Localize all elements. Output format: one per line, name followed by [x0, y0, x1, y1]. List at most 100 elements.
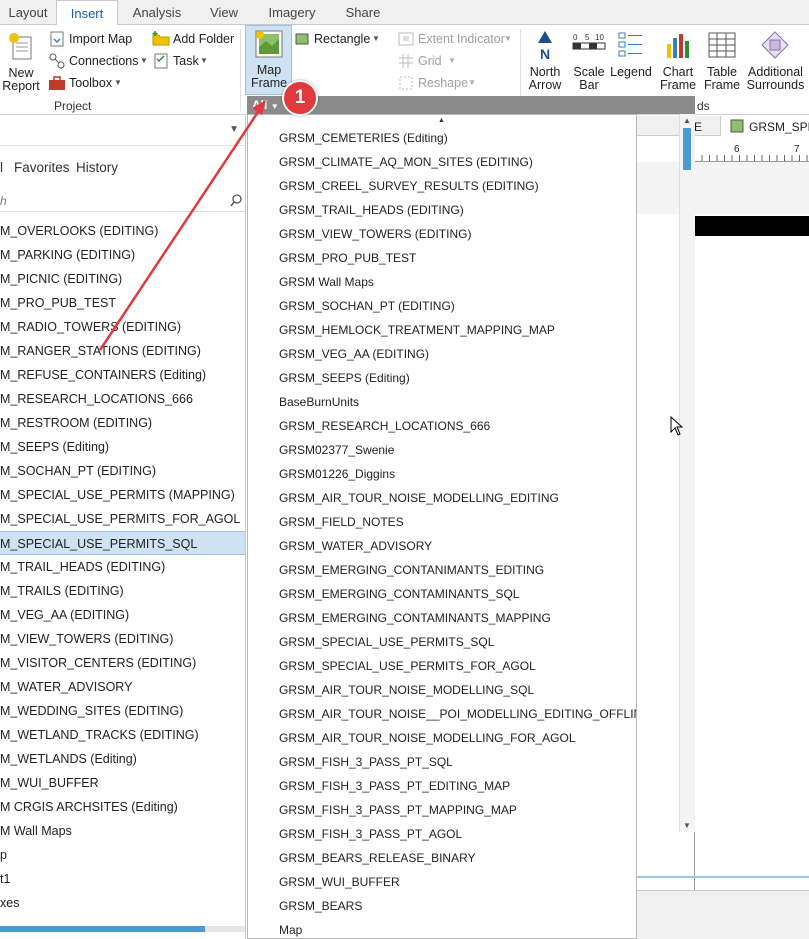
left-scrollbar-track[interactable]	[0, 926, 245, 932]
catalog-list-item[interactable]: M_PICNIC (EDITING)	[0, 267, 245, 291]
toolbox-button[interactable]: Toolbox ▼	[48, 73, 148, 93]
additional-surrounds-button[interactable]: Additional Surrounds	[742, 27, 809, 95]
catalog-list-item[interactable]: xes	[0, 891, 245, 915]
subtab-favorites[interactable]: Favorites	[14, 160, 70, 175]
catalog-list-item[interactable]: M_RADIO_TOWERS (EDITING)	[0, 315, 245, 339]
tab-analysis[interactable]: Analysis	[118, 0, 196, 25]
gallery-map-item[interactable]: BaseBurnUnits	[279, 390, 359, 414]
gallery-map-item[interactable]: GRSM_FIELD_NOTES	[279, 510, 404, 534]
catalog-list-item[interactable]: M_WEDDING_SITES (EDITING)	[0, 699, 245, 723]
table-frame-button[interactable]: Table Frame	[702, 27, 742, 95]
gallery-map-item[interactable]: GRSM_EMERGING_CONTAMINANTS_MAPPING	[279, 606, 551, 630]
add-folder-button[interactable]: Add Folder	[152, 29, 236, 49]
subtab-all[interactable]: l	[0, 160, 3, 175]
legend-button[interactable]: Legend	[610, 27, 652, 95]
gallery-scrollbar-thumb[interactable]	[683, 128, 691, 170]
catalog-list-item[interactable]: M_VISITOR_CENTERS (EDITING)	[0, 651, 245, 675]
gallery-filter-all[interactable]: All ▼	[252, 97, 279, 115]
catalog-list-item[interactable]: M Wall Maps	[0, 819, 245, 843]
gallery-map-item[interactable]: GRSM02377_Swenie	[279, 438, 394, 462]
extent-indicator-button[interactable]: Extent Indicator ▼	[398, 29, 518, 49]
tab-imagery[interactable]: Imagery	[252, 0, 332, 25]
catalog-list-item[interactable]: M_RANGER_STATIONS (EDITING)	[0, 339, 245, 363]
layout-tab-e[interactable]: E	[694, 120, 702, 134]
grid-button[interactable]: Grid ▼	[398, 51, 468, 71]
tab-layout[interactable]: Layout	[0, 0, 56, 25]
catalog-list-item[interactable]: M_SEEPS (Editing)	[0, 435, 245, 459]
gallery-scroll-up-icon[interactable]: ▲	[438, 117, 445, 124]
gallery-map-item[interactable]: GRSM_EMERGING_CONTAMINANTS_SQL	[279, 582, 519, 606]
catalog-list-item[interactable]: M_OVERLOOKS (EDITING)	[0, 219, 245, 243]
catalog-list-item[interactable]: M_SOCHAN_PT (EDITING)	[0, 459, 245, 483]
import-map-button[interactable]: Import Map	[48, 29, 148, 49]
gallery-map-item[interactable]: GRSM_HEMLOCK_TREATMENT_MAPPING_MAP	[279, 318, 555, 342]
gallery-scrollbar[interactable]: ▲ ▼	[679, 114, 695, 832]
gallery-map-item[interactable]: GRSM_SPECIAL_USE_PERMITS_SQL	[279, 630, 494, 654]
gallery-map-item[interactable]: GRSM_AIR_TOUR_NOISE_MODELLING_SQL	[279, 678, 534, 702]
tab-share[interactable]: Share	[332, 0, 394, 25]
catalog-list-item[interactable]: t1	[0, 867, 245, 891]
gallery-map-item[interactable]: GRSM_VIEW_TOWERS (EDITING)	[279, 222, 471, 246]
gallery-map-item[interactable]: GRSM_CREEL_SURVEY_RESULTS (EDITING)	[279, 174, 539, 198]
catalog-list-item[interactable]: M CRGIS ARCHSITES (Editing)	[0, 795, 245, 819]
gallery-map-item[interactable]: GRSM Wall Maps	[279, 270, 374, 294]
gallery-map-item[interactable]: GRSM_RESEARCH_LOCATIONS_666	[279, 414, 490, 438]
map-frame-button[interactable]: Map Frame	[245, 25, 292, 95]
scale-bar-button[interactable]: 0 5 10 Scale Bar	[568, 27, 610, 95]
layout-tab-grsm-spe[interactable]: GRSM_SPE	[720, 116, 809, 136]
gallery-map-item[interactable]: GRSM01226_Diggins	[279, 462, 395, 486]
gallery-map-item[interactable]: GRSM_VEG_AA (EDITING)	[279, 342, 429, 366]
catalog-list-item[interactable]: M_WETLAND_TRACKS (EDITING)	[0, 723, 245, 747]
connections-button[interactable]: Connections ▼	[48, 51, 148, 71]
catalog-list-item[interactable]: p	[0, 843, 245, 867]
gallery-map-item[interactable]: GRSM_SEEPS (Editing)	[279, 366, 410, 390]
rectangle-button[interactable]: Rectangle ▼	[294, 29, 384, 49]
gallery-map-item[interactable]: GRSM_AIR_TOUR_NOISE_MODELLING_EDITING	[279, 486, 559, 510]
catalog-list-item[interactable]: M_VEG_AA (EDITING)	[0, 603, 245, 627]
gallery-map-item[interactable]: GRSM_BEARS	[279, 894, 362, 918]
new-report-button[interactable]: New Report	[0, 29, 42, 95]
catalog-list-item[interactable]: M_PRO_PUB_TEST	[0, 291, 245, 315]
gallery-map-item[interactable]: GRSM_WUI_BUFFER	[279, 870, 400, 894]
gallery-map-item[interactable]: GRSM_PRO_PUB_TEST	[279, 246, 416, 270]
tab-view[interactable]: View	[196, 0, 252, 25]
gallery-map-item[interactable]: GRSM_FISH_3_PASS_PT_SQL	[279, 750, 453, 774]
catalog-list-item[interactable]: M_WATER_ADVISORY	[0, 675, 245, 699]
gallery-map-item[interactable]: GRSM_FISH_3_PASS_PT_EDITING_MAP	[279, 774, 510, 798]
gallery-map-item[interactable]: GRSM_TRAIL_HEADS (EDITING)	[279, 198, 464, 222]
catalog-search-input[interactable]: h	[0, 190, 245, 212]
gallery-map-item[interactable]: GRSM_FISH_3_PASS_PT_MAPPING_MAP	[279, 798, 517, 822]
catalog-list-item[interactable]: M_SPECIAL_USE_PERMITS_SQL	[0, 531, 245, 555]
catalog-list-item[interactable]: M_REFUSE_CONTAINERS (Editing)	[0, 363, 245, 387]
catalog-list-item[interactable]: M_WUI_BUFFER	[0, 771, 245, 795]
gallery-map-item[interactable]: GRSM_FISH_3_PASS_PT_AGOL	[279, 822, 462, 846]
gallery-map-item[interactable]: GRSM_SOCHAN_PT (EDITING)	[279, 294, 455, 318]
subtab-history[interactable]: History	[76, 160, 118, 175]
gallery-map-item[interactable]: GRSM_WATER_ADVISORY	[279, 534, 432, 558]
catalog-list-item[interactable]: M_RESTROOM (EDITING)	[0, 411, 245, 435]
gallery-map-item[interactable]: Map	[279, 918, 302, 938]
gallery-map-item[interactable]: GRSM_SPECIAL_USE_PERMITS_FOR_AGOL	[279, 654, 536, 678]
catalog-list-item[interactable]: M_RESEARCH_LOCATIONS_666	[0, 387, 245, 411]
catalog-list-item[interactable]: M_VIEW_TOWERS (EDITING)	[0, 627, 245, 651]
chart-frame-button[interactable]: Chart Frame	[654, 27, 702, 95]
gallery-scroll-up-arrow-icon[interactable]: ▲	[683, 116, 691, 125]
catalog-list-item[interactable]: M_PARKING (EDITING)	[0, 243, 245, 267]
gallery-scroll-down-arrow-icon[interactable]: ▼	[683, 821, 691, 830]
catalog-list-item[interactable]: M_WETLANDS (Editing)	[0, 747, 245, 771]
gallery-map-item[interactable]: GRSM_AIR_TOUR_NOISE__POI_MODELLING_EDITI…	[279, 702, 636, 726]
search-icon[interactable]	[230, 194, 243, 207]
catalog-list-item[interactable]: M_TRAIL_HEADS (EDITING)	[0, 555, 245, 579]
catalog-list-item[interactable]: M_TRAILS (EDITING)	[0, 579, 245, 603]
north-arrow-button[interactable]: N North Arrow	[522, 27, 568, 95]
gallery-map-item[interactable]: GRSM_CLIMATE_AQ_MON_SITES (EDITING)	[279, 150, 533, 174]
gallery-map-item[interactable]: GRSM_AIR_TOUR_NOISE_MODELLING_FOR_AGOL	[279, 726, 576, 750]
catalog-list-item[interactable]: M_SPECIAL_USE_PERMITS_FOR_AGOL	[0, 507, 245, 531]
left-scrollbar-thumb[interactable]	[0, 926, 205, 932]
task-button[interactable]: Task ▼	[152, 51, 212, 71]
gallery-map-item[interactable]: GRSM_BEARS_RELEASE_BINARY	[279, 846, 476, 870]
pane-menu-icon[interactable]: ▼	[229, 124, 239, 135]
reshape-button[interactable]: Reshape ▼	[398, 73, 488, 93]
tab-insert[interactable]: Insert	[56, 0, 118, 26]
catalog-list-item[interactable]: M_SPECIAL_USE_PERMITS (MAPPING)	[0, 483, 245, 507]
